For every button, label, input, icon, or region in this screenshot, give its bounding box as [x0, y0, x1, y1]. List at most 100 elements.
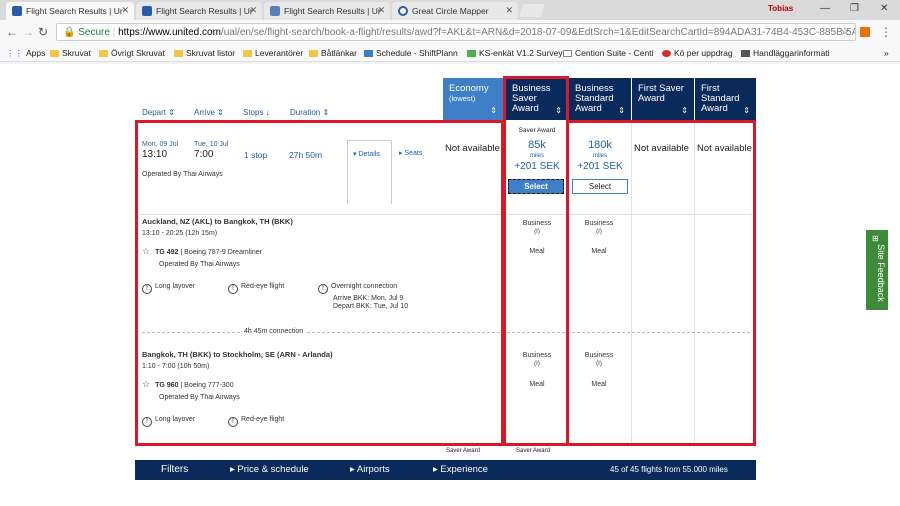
menu-icon[interactable]: ⋮ [880, 25, 892, 39]
feedback-label: Site Feedback [875, 244, 886, 302]
highlight-business-saver [503, 76, 569, 446]
saver-award-tag: Saver Award [446, 448, 480, 454]
sort-arrows-icon: ⇕ [618, 106, 625, 115]
filters-title[interactable]: Filters [161, 464, 188, 475]
tab-title: Great Circle Mapper [412, 6, 489, 16]
bookmark-folder[interactable]: Skruvat listor [174, 48, 235, 58]
folder-icon [50, 50, 59, 57]
sort-stops[interactable]: Stops ↓ [243, 108, 270, 117]
sort-arrows-icon: ⇕ [322, 108, 330, 117]
column-title: Economy [449, 83, 489, 94]
close-window-icon[interactable]: ✕ [880, 3, 888, 14]
filter-label: Airports [356, 464, 390, 475]
filter-label: Experience [440, 464, 488, 475]
caret-right-icon: ▸ [433, 464, 438, 475]
close-icon[interactable]: ✕ [121, 5, 129, 16]
caret-right-icon: ▸ [230, 464, 235, 475]
url-path: /ual/en/se/flight-search/book-a-flight/r… [220, 27, 856, 38]
close-icon[interactable]: ✕ [377, 5, 385, 16]
reload-icon[interactable]: ↻ [38, 25, 48, 39]
page-icon [563, 50, 572, 57]
saver-award-tag: Saver Award [516, 448, 550, 454]
bookmarks-bar: ⋮⋮ Apps Skruvat Övrigt Skruvat Skruvat li… [0, 44, 900, 62]
sort-arrive[interactable]: Arrive ⇕ [194, 108, 224, 117]
maximize-icon[interactable]: ❐ [850, 3, 859, 14]
bookmark-label: Handläggarinformati [753, 48, 830, 58]
profile-name[interactable]: Tobias [768, 4, 793, 13]
sort-arrows-icon: ⇕ [168, 108, 175, 117]
filter-price-schedule[interactable]: ▸ Price & schedule [230, 464, 309, 475]
bookmark-link[interactable]: Cention Suite - Centi [563, 48, 653, 58]
extension-icon[interactable] [860, 27, 870, 37]
column-business-standard[interactable]: Business Standard Award ⇕ [569, 78, 631, 120]
bookmark-label: Skruvat [62, 48, 91, 58]
bookmark-label: Schedule - ShiftPlann [376, 48, 458, 58]
bookmark-label: Apps [26, 48, 46, 58]
globe-icon [398, 6, 408, 16]
bookmark-link[interactable]: KS-enkät V1.2 Survey [467, 48, 563, 58]
bookmark-label: Kö per uppdrag [674, 48, 733, 58]
bookmark-folder[interactable]: Skruvat [50, 48, 91, 58]
bookmark-link[interactable]: Handläggarinformati [741, 48, 830, 58]
sort-arrows-icon: ⇕ [217, 108, 224, 117]
tab-title: Flight Search Results | Ur [26, 6, 123, 16]
column-subtitle: (lowest) [449, 94, 476, 103]
minimize-icon[interactable]: — [820, 3, 830, 14]
secure-label: Secure [78, 27, 110, 38]
bookmark-folder[interactable]: Båtlänkar [309, 48, 357, 58]
sort-depart[interactable]: Depart ⇕ [142, 108, 175, 117]
back-icon[interactable]: ← [6, 25, 18, 39]
browser-tab-2[interactable]: Flight Search Results | Ur ✕ [136, 2, 262, 20]
sort-arrows-icon: ⇕ [490, 106, 497, 115]
column-first-standard[interactable]: First Standard Award ⇕ [695, 78, 756, 120]
filter-airports[interactable]: ▸ Airports [350, 464, 390, 475]
forward-icon[interactable]: → [22, 25, 34, 39]
column-first-saver[interactable]: First Saver Award ⇕ [632, 78, 694, 120]
sort-arrive-label: Arrive [194, 108, 215, 117]
filters-bar: Filters ▸ Price & schedule ▸ Airports ▸ … [135, 460, 756, 480]
bookmark-link[interactable]: Schedule - ShiftPlann [364, 48, 458, 58]
folder-icon [99, 50, 108, 57]
survey-icon [467, 50, 476, 57]
bookmark-label: Cention Suite - Centi [575, 48, 654, 58]
filter-experience[interactable]: ▸ Experience [433, 464, 488, 475]
new-tab-button[interactable] [518, 4, 546, 17]
results-count: 45 of 45 flights from 55.000 miles [610, 465, 728, 474]
lock-icon: 🔒 [63, 27, 76, 38]
address-bar[interactable]: 🔒 Secure | https://www.united.com/ual/en… [56, 23, 856, 41]
bookmark-label: Övrigt Skruvat [111, 48, 165, 58]
highlight-flight-details [135, 120, 504, 446]
browser-tab-3[interactable]: Flight Search Results | Ur ✕ [264, 2, 390, 20]
bookmark-star-icon[interactable]: ☆ [840, 25, 850, 38]
site-feedback-tab[interactable]: ⊞ Site Feedback [866, 230, 888, 310]
sort-duration[interactable]: Duration ⇕ [290, 108, 329, 117]
bookmark-folder[interactable]: Leverantörer [243, 48, 303, 58]
folder-icon [174, 50, 183, 57]
united-favicon-icon [270, 6, 280, 16]
sort-stops-label: Stops [243, 108, 264, 117]
column-economy[interactable]: Economy (lowest) ⇕ [443, 78, 503, 120]
browser-tab-1[interactable]: Flight Search Results | Ur ✕ [6, 2, 134, 20]
queue-icon [662, 50, 671, 57]
tab-strip: Flight Search Results | Ur ✕ Flight Sear… [0, 0, 900, 20]
url-host: https://www.united.com [118, 27, 221, 38]
sort-arrows-icon: ⇕ [743, 106, 750, 115]
close-icon[interactable]: ✕ [249, 5, 257, 16]
browser-tab-4[interactable]: Great Circle Mapper ✕ [392, 2, 518, 20]
apps-icon: ⋮⋮ [6, 48, 23, 58]
united-favicon-icon [12, 6, 22, 16]
sort-arrows-icon: ⇕ [681, 106, 688, 115]
info-icon [741, 50, 750, 57]
close-icon[interactable]: ✕ [505, 5, 513, 16]
tab-title: Flight Search Results | Ur [156, 6, 253, 16]
bookmarks-overflow[interactable]: » [884, 48, 889, 58]
sort-depart-label: Depart [142, 108, 167, 117]
tab-title: Flight Search Results | Ur [284, 6, 381, 16]
column-title: Award [638, 93, 665, 104]
bookmark-apps[interactable]: ⋮⋮ Apps [6, 48, 45, 59]
page-content: Depart ⇕ Arrive ⇕ Stops ↓ Duration ⇕ Eco… [0, 64, 900, 506]
feedback-icon: ⊞ [872, 234, 879, 243]
shiftplan-icon [364, 50, 373, 57]
bookmark-folder[interactable]: Övrigt Skruvat [99, 48, 165, 58]
bookmark-link[interactable]: Kö per uppdrag [662, 48, 733, 58]
